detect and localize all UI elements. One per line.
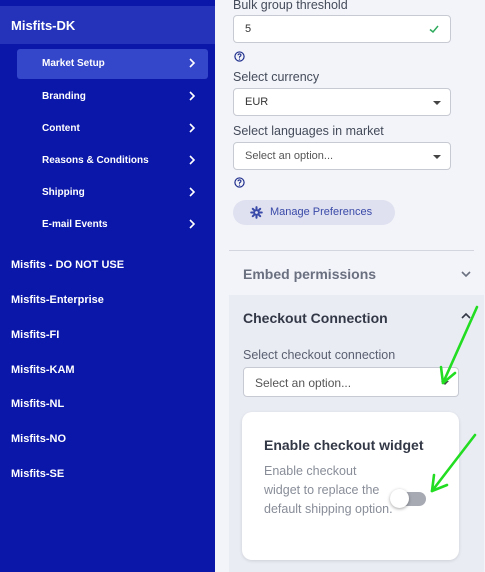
chevron-down-icon xyxy=(461,271,471,278)
market-misfits-no[interactable]: Misfits-NO xyxy=(11,433,66,445)
market-misfits-nl[interactable]: Misfits-NL xyxy=(11,398,64,410)
market-misfits-fi[interactable]: Misfits-FI xyxy=(11,329,59,341)
currency-select[interactable]: EUR xyxy=(233,88,451,116)
annotation-arrow-icon xyxy=(430,433,477,493)
checkout-connection-label: Select checkout connection xyxy=(243,348,396,362)
sidebar-current-market[interactable]: Misfits-DK xyxy=(0,6,215,44)
market-misfits-do-not-use[interactable]: Misfits - DO NOT USE xyxy=(11,259,124,271)
question-circle-icon[interactable] xyxy=(234,177,245,188)
manage-preferences-button[interactable]: Manage Preferences xyxy=(233,200,395,225)
currency-label: Select currency xyxy=(233,70,320,84)
caret-down-icon xyxy=(433,101,441,105)
market-misfits-enterprise[interactable]: Misfits-Enterprise xyxy=(11,294,104,306)
sidebar-item-label: E-mail Events xyxy=(42,219,108,230)
checkout-connection-title: Checkout Connection xyxy=(243,310,388,326)
sidebar: Misfits-DK Market Setup Branding Content… xyxy=(0,0,215,572)
chevron-right-icon xyxy=(189,58,196,68)
question-circle-icon[interactable] xyxy=(234,51,245,62)
caret-down-icon xyxy=(433,155,441,159)
chevron-right-icon xyxy=(189,155,196,165)
sidebar-item-email-events[interactable]: E-mail Events xyxy=(17,210,208,240)
chevron-right-icon xyxy=(189,219,196,229)
sidebar-item-reasons-conditions[interactable]: Reasons & Conditions xyxy=(17,146,208,176)
sidebar-item-market-setup[interactable]: Market Setup xyxy=(17,49,208,79)
gear-icon xyxy=(250,206,263,219)
currency-value: EUR xyxy=(245,96,269,108)
sidebar-item-label: Reasons & Conditions xyxy=(42,155,149,166)
sidebar-item-label: Market Setup xyxy=(42,58,105,69)
sidebar-item-branding[interactable]: Branding xyxy=(17,82,208,112)
sidebar-item-label: Shipping xyxy=(42,187,85,198)
annotation-arrow-icon xyxy=(439,305,479,385)
languages-placeholder: Select an option... xyxy=(245,150,334,162)
chevron-right-icon xyxy=(189,123,196,133)
sidebar-item-label: Branding xyxy=(42,91,86,102)
languages-select[interactable]: Select an option... xyxy=(233,142,451,170)
checkout-connection-select[interactable]: Select an option... xyxy=(243,367,459,397)
checkout-widget-title: Enable checkout widget xyxy=(264,437,424,453)
toggle-knob xyxy=(390,489,409,508)
sidebar-current-market-label: Misfits-DK xyxy=(11,18,76,33)
bulk-threshold-value: 5 xyxy=(245,23,252,35)
checkout-widget-description: Enable checkout widget to replace the de… xyxy=(264,464,393,516)
chevron-right-icon xyxy=(189,187,196,197)
manage-preferences-label: Manage Preferences xyxy=(270,206,373,218)
embed-permissions-title: Embed permissions xyxy=(243,266,377,282)
market-misfits-kam[interactable]: Misfits-KAM xyxy=(11,364,75,376)
sidebar-item-shipping[interactable]: Shipping xyxy=(17,178,208,208)
sidebar-item-content[interactable]: Content xyxy=(17,114,208,144)
checkout-connection-placeholder: Select an option... xyxy=(255,376,352,390)
languages-label: Select languages in market xyxy=(233,124,384,138)
bulk-threshold-input[interactable]: 5 xyxy=(233,15,451,43)
bulk-threshold-label: Bulk group threshold xyxy=(233,0,348,12)
check-icon xyxy=(429,25,439,34)
embed-permissions-header[interactable]: Embed permissions xyxy=(229,252,484,294)
chevron-right-icon xyxy=(189,91,196,101)
section-divider xyxy=(229,250,474,251)
sidebar-item-label: Content xyxy=(42,123,80,134)
market-misfits-se[interactable]: Misfits-SE xyxy=(11,468,64,480)
